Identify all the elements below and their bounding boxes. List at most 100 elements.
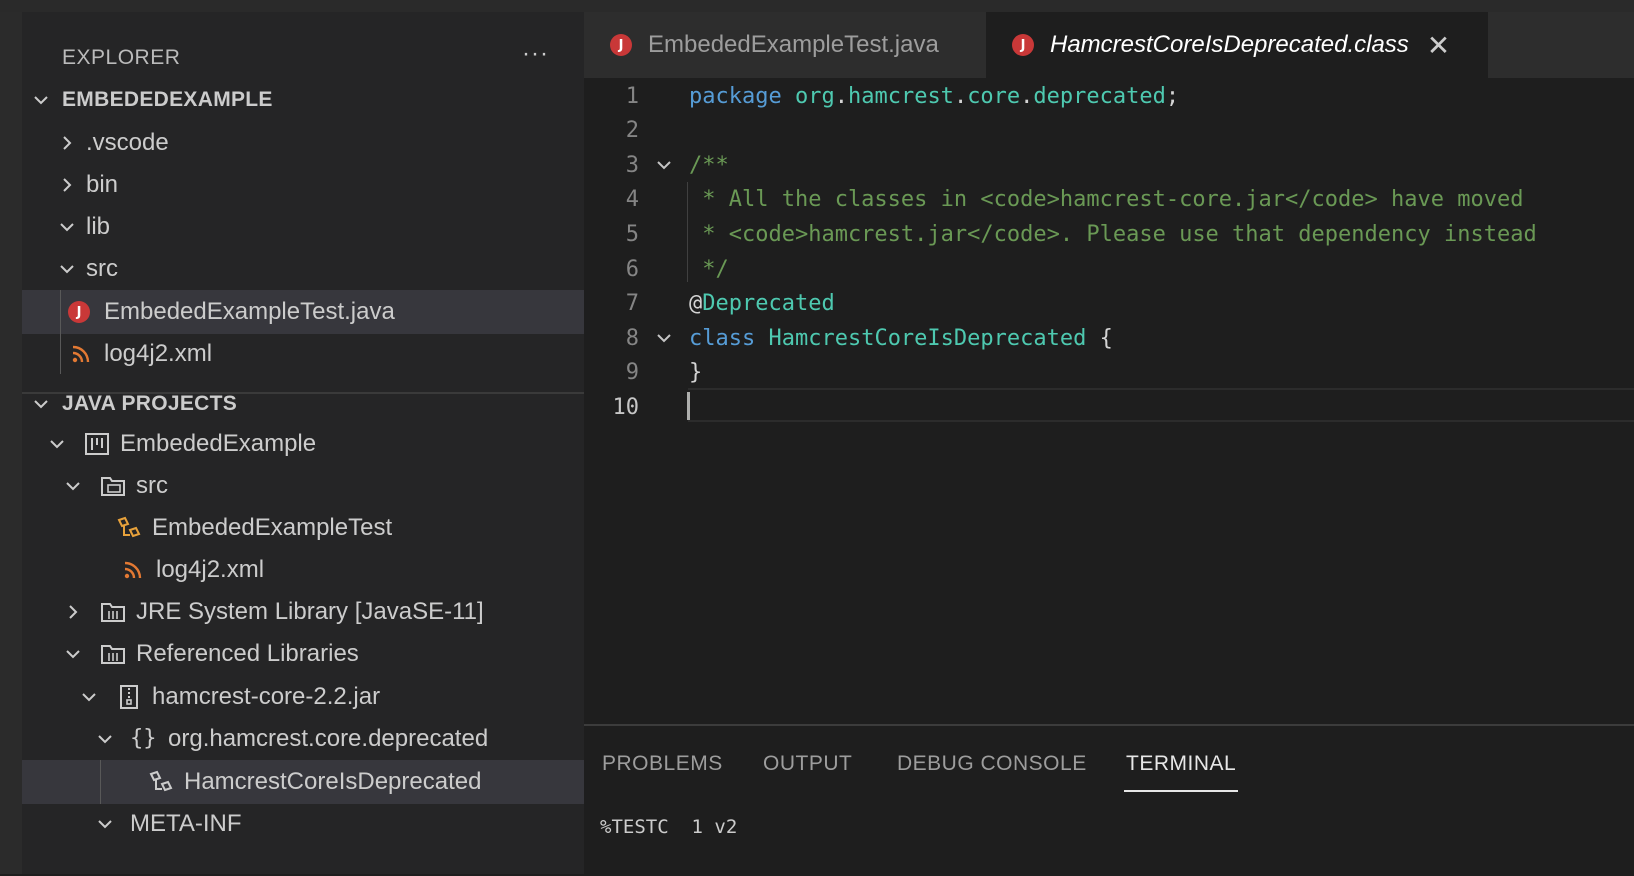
code-line[interactable]: 2 [584,114,1634,148]
code-token: . [834,83,848,109]
tab-hamcrest-core-is-deprecated-class[interactable]: J HamcrestCoreIsDeprecated.class ✕ [986,12,1488,78]
jp-item-embeded-example-test[interactable]: EmbededExampleTest [22,506,584,550]
tree-item-bin[interactable]: bin [22,163,584,207]
code-editor[interactable]: 1 package org. hamcrest. core. deprecated; 2 3… [584,78,1634,724]
jp-item-log4j2-xml[interactable]: log4j2.xml [22,548,584,592]
chevron-down-icon [56,258,78,280]
code-line[interactable]: 5 * <code>hamcrest.jar</code>. Please us… [584,217,1634,251]
rss-xml-icon [120,557,146,583]
more-actions-icon[interactable]: ··· [522,40,549,68]
tree-item-embeded-example-test-java[interactable]: J EmbededExampleTest.java [22,290,584,334]
indent-guide [100,760,101,804]
code-line[interactable]: 10 [584,390,1634,424]
line-number: 2 [625,118,639,144]
tab-output[interactable]: OUTPUT [763,752,852,776]
tree-item-label: org.hamcrest.core.deprecated [168,725,489,752]
tab-label: HamcrestCoreIsDeprecated.class [1050,31,1409,58]
workspace-header[interactable]: EMBEDEDEXAMPLE [22,78,584,122]
code-token: */ [689,256,729,282]
fold-gutter [653,362,679,384]
tree-item-label: lib [86,213,111,240]
code-token: class [689,325,756,351]
fold-chevron-icon[interactable] [653,154,679,176]
rss-xml-icon [68,341,94,367]
code-line[interactable]: 1 package org. hamcrest. core. deprecated; [584,79,1634,113]
tree-item-src[interactable]: src [22,247,584,291]
chevron-down-icon [94,813,116,835]
code-line[interactable]: 8 class HamcrestCoreIsDeprecated { [584,321,1634,355]
chevron-down-icon [62,475,84,497]
jp-item-jre-library[interactable]: JRE System Library [JavaSE-11] [22,590,584,634]
project-icon [84,431,110,457]
jp-item-package[interactable]: {} org.hamcrest.core.deprecated [22,717,584,761]
jp-item-referenced-libraries[interactable]: Referenced Libraries [22,632,584,676]
code-line[interactable]: 3 /** [584,148,1634,182]
chevron-down-icon [62,643,84,665]
line-number: 1 [625,83,639,109]
tab-problems[interactable]: PROBLEMS [602,752,723,776]
code-token: ; [1165,83,1180,109]
tree-item-label: src [136,472,168,499]
chevron-right-icon [56,174,78,196]
terminal-output: %TESTC 1 v2 [600,816,738,838]
code-token: Deprecated [702,291,835,317]
jp-item-hamcrest-core-is-deprecated[interactable]: HamcrestCoreIsDeprecated [22,760,584,804]
fold-gutter [653,120,679,142]
tree-item-label: src [86,255,118,282]
tree-item-vscode[interactable]: .vscode [22,121,584,165]
tree-item-label: EmbededExampleTest [152,514,393,541]
jp-item-meta-inf[interactable]: META-INF [22,802,584,846]
code-line[interactable]: 6 */ [584,252,1634,286]
line-number: 7 [625,291,639,317]
fold-gutter [653,258,679,280]
chevron-down-icon [56,216,78,238]
tree-item-label: HamcrestCoreIsDeprecated [184,768,482,795]
code-line[interactable]: 4 * All the classes in <code>hamcrest-co… [584,183,1634,217]
tab-debug-console[interactable]: DEBUG CONSOLE [897,752,1087,776]
tree-item-label: hamcrest-core-2.2.jar [152,683,381,710]
title-bar-strip [0,0,1634,12]
explorer-title: EXPLORER [62,46,181,69]
java-file-icon: J [610,34,632,56]
java-projects-header[interactable]: JAVA PROJECTS [22,382,584,426]
jp-item-hamcrest-jar[interactable]: hamcrest-core-2.2.jar [22,675,584,719]
tab-terminal[interactable]: TERMINAL [1126,752,1236,776]
jp-item-src[interactable]: src [22,464,584,508]
tree-item-label: EmbededExampleTest.java [104,298,395,325]
code-token: org [794,83,835,109]
fold-chevron-icon[interactable] [653,327,679,349]
library-icon [100,641,126,667]
close-icon[interactable]: ✕ [1427,29,1450,62]
tree-item-label: Referenced Libraries [136,640,359,667]
sidebar: EXPLORER ··· EMBEDEDEXAMPLE .vscode bin … [22,12,584,874]
fold-gutter [653,223,679,245]
code-token: hamcrest [847,83,954,109]
fold-gutter [653,85,679,107]
workspace-label: EMBEDEDEXAMPLE [62,88,273,111]
code-token: . [1020,83,1034,109]
jp-item-project[interactable]: EmbededExample [22,422,584,466]
line-number: 9 [625,360,639,386]
chevron-right-icon [62,601,84,623]
code-line[interactable]: 9} [584,356,1634,390]
tab-embeded-example-test-java[interactable]: J EmbededExampleTest.java [584,12,986,78]
java-file-icon: J [68,301,90,323]
line-number: 6 [625,256,639,282]
tab-label: EmbededExampleTest.java [648,31,939,58]
fold-gutter [653,189,679,211]
test-class-icon [116,515,142,541]
text-cursor [687,392,690,420]
chevron-down-icon [30,89,52,111]
section-label: JAVA PROJECTS [62,392,238,415]
active-tab-indicator [1124,790,1238,792]
tree-item-log4j2-xml[interactable]: log4j2.xml [22,332,584,376]
package-folder-icon [100,473,126,499]
fold-gutter [653,293,679,315]
code-token: HamcrestCoreIsDeprecated [768,325,1087,351]
code-token: package [689,83,782,109]
code-token: . [953,83,968,109]
code-line[interactable]: 7 @ Deprecated [584,287,1634,321]
tree-item-lib[interactable]: lib [22,205,584,249]
